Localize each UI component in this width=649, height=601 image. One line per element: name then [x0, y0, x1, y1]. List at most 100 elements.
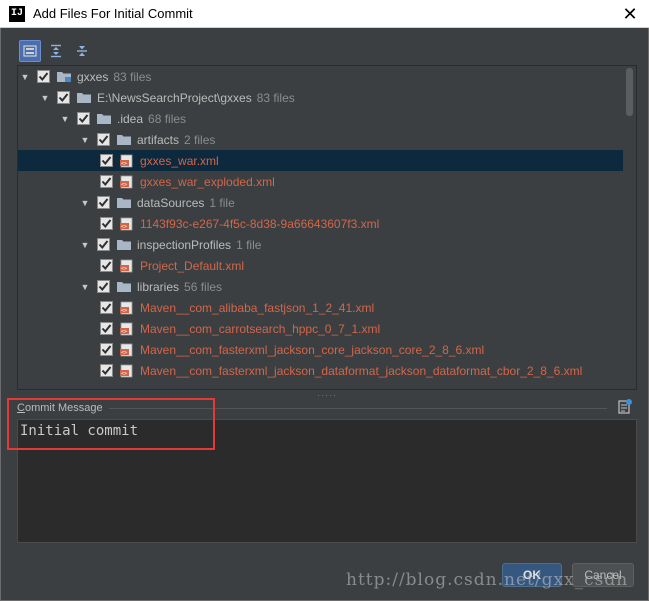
tree-file-row[interactable]: <> Maven__com_fasterxml_jackson_dataforma… [18, 360, 623, 381]
separator-line [109, 408, 607, 409]
include-checkbox[interactable] [100, 343, 113, 356]
collapse-all-button[interactable] [71, 40, 93, 62]
include-checkbox[interactable] [100, 217, 113, 230]
tree-item-label: Maven__com_carrotsearch_hppc_0_7_1.xml [140, 321, 381, 336]
folder-icon [116, 133, 132, 147]
expand-arrow-icon[interactable]: ▼ [80, 198, 90, 208]
changes-tree: <> Maven__com_fasterxml_jackson_dataforma… [17, 65, 637, 390]
file-count: 83 files [113, 69, 152, 84]
tree-item-label: gxxes_war.xml [140, 153, 219, 168]
xml-file-icon: <> [119, 154, 135, 168]
file-count: 56 files [184, 279, 223, 294]
include-checkbox[interactable] [37, 70, 50, 83]
commit-message-textarea[interactable]: Initial commit [17, 419, 637, 543]
include-checkbox[interactable] [97, 280, 110, 293]
include-checkbox[interactable] [57, 91, 70, 104]
group-by-directory-button[interactable] [19, 40, 41, 62]
expand-arrow-icon[interactable]: ▼ [80, 240, 90, 250]
include-checkbox[interactable] [97, 238, 110, 251]
file-count: 2 files [184, 132, 216, 147]
expand-all-button[interactable] [45, 40, 67, 62]
tree-item-label: gxxes_war_exploded.xml [140, 174, 275, 189]
expand-arrow-icon[interactable]: ▼ [60, 114, 70, 124]
expand-arrow-icon[interactable]: ▼ [80, 135, 90, 145]
folder-icon [116, 196, 132, 210]
include-checkbox[interactable] [100, 154, 113, 167]
include-checkbox[interactable] [100, 301, 113, 314]
svg-text:<>: <> [121, 182, 127, 188]
folder-icon [116, 238, 132, 252]
tree-item-label: 1143f93c-e267-4f5c-8d38-9a66643607f3.xml [140, 216, 380, 231]
tree-item-label: Maven__com_fasterxml_jackson_core_jackso… [140, 342, 485, 357]
svg-text:<>: <> [121, 161, 127, 167]
splitter-handle[interactable]: ····· [17, 391, 637, 400]
svg-text:<>: <> [121, 224, 127, 230]
include-checkbox[interactable] [100, 259, 113, 272]
window-title: Add Files For Initial Commit [33, 6, 193, 21]
module-folder-icon [56, 70, 72, 84]
xml-file-icon: <> [119, 301, 135, 315]
commit-message-header: Commit Message [17, 398, 637, 418]
tree-file-row[interactable]: <> Maven__com_fasterxml_jackson_core_jack… [18, 339, 623, 360]
include-checkbox[interactable] [100, 322, 113, 335]
expand-arrow-icon[interactable]: ▼ [20, 72, 30, 82]
tree-folder-row[interactable]: ▼ inspectionProfiles 1 file [18, 234, 623, 255]
include-checkbox[interactable] [100, 175, 113, 188]
dialog-body: <> Maven__com_fasterxml_jackson_dataforma… [0, 28, 649, 601]
svg-text:<>: <> [121, 266, 127, 272]
include-checkbox[interactable] [100, 364, 113, 377]
xml-file-icon: <> [119, 217, 135, 231]
tree-item-label: gxxes [77, 69, 109, 84]
tree-folder-row[interactable]: ▼ libraries 56 files [18, 276, 623, 297]
expand-arrow-icon[interactable]: ▼ [80, 282, 90, 292]
tree-file-row[interactable]: <> Project_Default.xml [18, 255, 623, 276]
title-bar: IJ Add Files For Initial Commit ✕ [0, 0, 649, 28]
tree-file-row[interactable]: <> Maven__com_carrotsearch_hppc_0_7_1.xml [18, 318, 623, 339]
tree-file-row[interactable]: <> 1143f93c-e267-4f5c-8d38-9a66643607f3.x… [18, 213, 623, 234]
tree-folder-row[interactable]: ▼ gxxes 83 files [18, 66, 623, 87]
folder-icon [116, 280, 132, 294]
tree-vertical-scrollbar[interactable] [624, 66, 635, 389]
expand-arrow-icon[interactable]: ▼ [40, 93, 50, 103]
group-by-directory-icon [23, 45, 37, 57]
include-checkbox[interactable] [97, 196, 110, 209]
cancel-button[interactable]: Cancel [572, 563, 634, 587]
folder-icon [96, 112, 112, 126]
tree-item-label: dataSources [137, 195, 205, 210]
tree-folder-row[interactable]: ▼ artifacts 2 files [18, 129, 623, 150]
ok-button[interactable]: OK [502, 563, 562, 587]
file-count: 68 files [148, 111, 187, 126]
folder-icon [76, 91, 92, 105]
tree-item-label: .idea [117, 111, 144, 126]
tree-item-label: Maven__com_alibaba_fastjson_1_2_41.xml [140, 300, 375, 315]
tree-item-label: E:\NewsSearchProject\gxxes [97, 90, 252, 105]
tree-toolbar [19, 40, 93, 62]
commit-message-history-button[interactable] [617, 398, 633, 414]
message-history-icon [618, 399, 632, 414]
xml-file-icon: <> [119, 259, 135, 273]
tree-folder-row[interactable]: ▼ .idea 68 files [18, 108, 623, 129]
intellij-app-icon: IJ [9, 6, 25, 22]
collapse-all-icon [77, 46, 87, 56]
expand-all-icon [51, 44, 61, 58]
tree-file-row[interactable]: <> gxxes_war_exploded.xml [18, 171, 623, 192]
tree-folder-row[interactable]: ▼ E:\NewsSearchProject\gxxes 83 files [18, 87, 623, 108]
scrollbar-thumb[interactable] [626, 68, 633, 116]
tree-item-label: Maven__com_fasterxml_jackson_dataformat_… [140, 363, 583, 378]
include-checkbox[interactable] [77, 112, 90, 125]
include-checkbox[interactable] [97, 133, 110, 146]
tree-file-row[interactable]: <> Maven__com_alibaba_fastjson_1_2_41.xml [18, 297, 623, 318]
xml-file-icon: <> [119, 364, 135, 378]
tree-item-label: Project_Default.xml [140, 258, 245, 273]
svg-text:<>: <> [121, 371, 127, 377]
xml-file-icon: <> [119, 343, 135, 357]
close-window-button[interactable]: ✕ [619, 3, 641, 25]
commit-message-label: Commit Message [17, 402, 103, 414]
tree-folder-row[interactable]: ▼ dataSources 1 file [18, 192, 623, 213]
svg-text:<>: <> [121, 329, 127, 335]
tree-item-label: libraries [137, 279, 180, 294]
svg-text:<>: <> [121, 308, 127, 314]
tree-item-label: artifacts [137, 132, 180, 147]
xml-file-icon: <> [119, 175, 135, 189]
tree-file-row[interactable]: <> gxxes_war.xml [18, 150, 623, 171]
